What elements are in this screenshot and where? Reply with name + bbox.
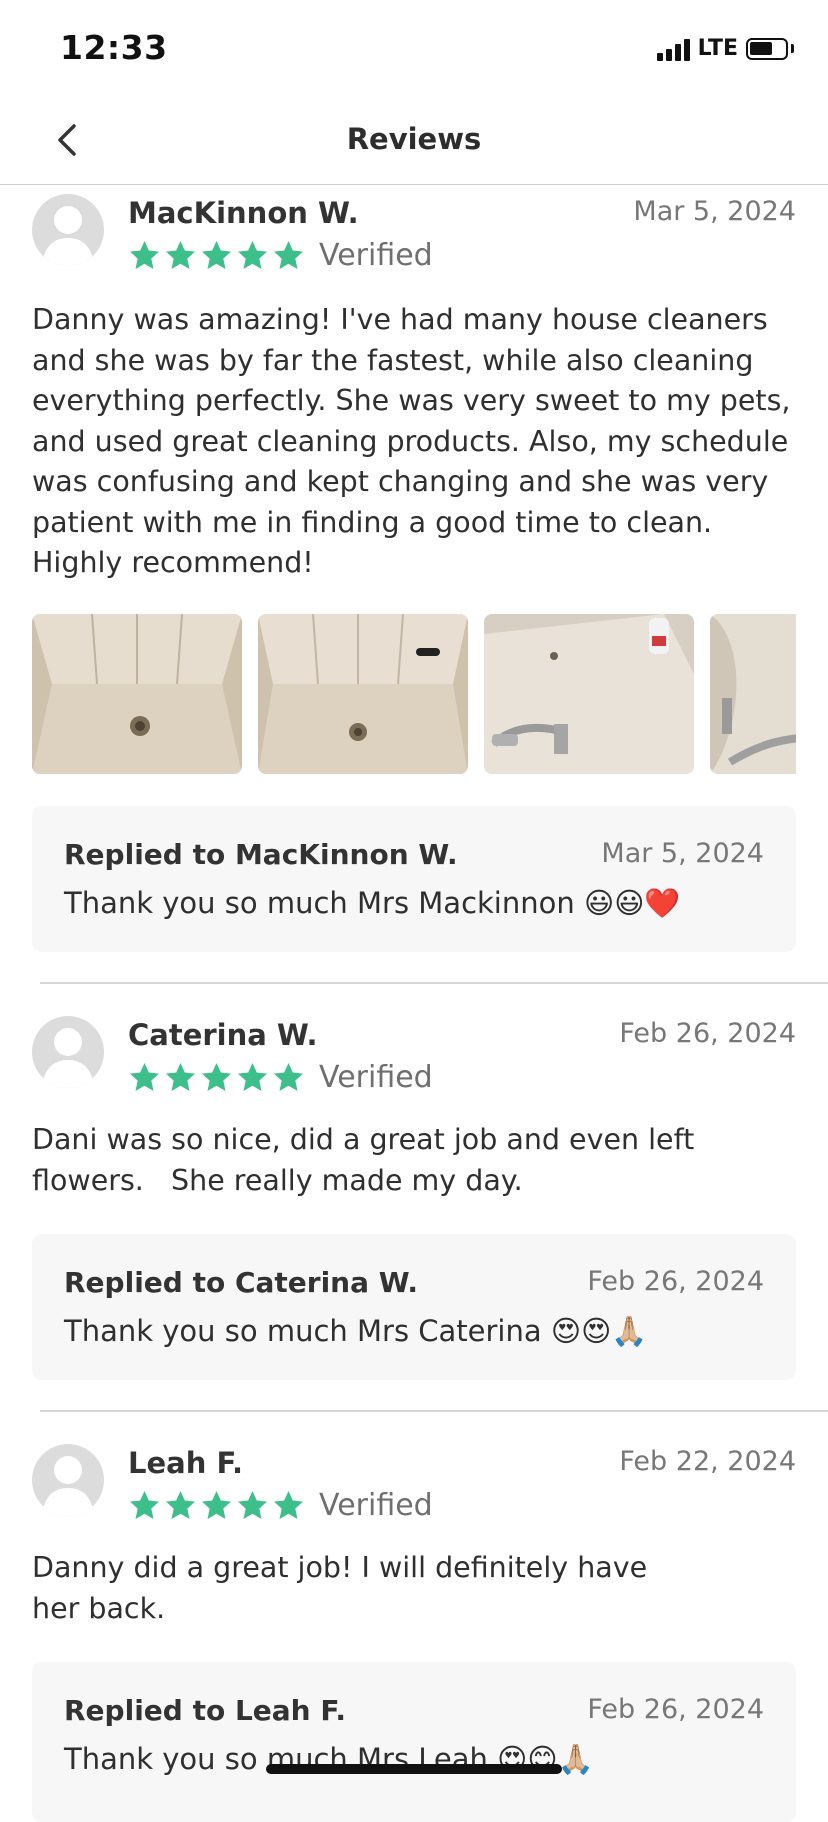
review-text: Danny was amazing! I've had many house c… bbox=[32, 303, 791, 579]
reply-title: Replied to MacKinnon W. bbox=[64, 838, 458, 871]
star-icon bbox=[274, 1063, 303, 1091]
status-indicators: LTE bbox=[656, 36, 794, 61]
star-icon bbox=[130, 1491, 159, 1519]
verified-label: Verified bbox=[319, 1060, 433, 1095]
reviewer-name: Leah F. bbox=[128, 1446, 244, 1480]
reply-date: Feb 26, 2024 bbox=[587, 1266, 764, 1297]
review-date: Feb 22, 2024 bbox=[619, 1446, 796, 1477]
review-photo-3[interactable] bbox=[484, 614, 694, 774]
review-date: Feb 26, 2024 bbox=[619, 1018, 796, 1049]
status-bar: 12:33 LTE bbox=[0, 0, 828, 100]
reviewer-name: MacKinnon W. bbox=[128, 196, 359, 230]
photo-strip[interactable] bbox=[32, 614, 796, 774]
divider bbox=[40, 982, 828, 984]
star-icon bbox=[202, 1491, 231, 1519]
owner-reply: Replied to Leah F. Feb 26, 2024 Thank yo… bbox=[32, 1662, 796, 1822]
reviewer-name: Caterina W. bbox=[128, 1018, 318, 1052]
review-date: Mar 5, 2024 bbox=[633, 196, 796, 227]
star-icon bbox=[238, 1491, 267, 1519]
owner-reply: Replied to Caterina W. Feb 26, 2024 Than… bbox=[32, 1234, 796, 1380]
reply-text: Thank you so much Mrs Mackinnon 😃😃❤️ bbox=[64, 886, 681, 920]
star-icon bbox=[202, 241, 231, 269]
star-icon bbox=[238, 1063, 267, 1091]
reply-date: Mar 5, 2024 bbox=[601, 838, 764, 869]
avatar bbox=[32, 1444, 104, 1516]
network-type-label: LTE bbox=[697, 36, 738, 61]
avatar bbox=[32, 1016, 104, 1088]
owner-reply: Replied to MacKinnon W. Mar 5, 2024 Than… bbox=[32, 806, 796, 952]
star-icon bbox=[166, 241, 195, 269]
avatar bbox=[32, 194, 104, 266]
rating-row: Verified bbox=[128, 1488, 433, 1523]
reply-date: Feb 26, 2024 bbox=[587, 1694, 764, 1725]
star-icon bbox=[238, 241, 267, 269]
star-rating bbox=[128, 239, 305, 272]
home-indicator[interactable] bbox=[266, 1764, 562, 1774]
verified-label: Verified bbox=[319, 238, 433, 273]
battery-icon bbox=[746, 37, 788, 60]
reply-text: Thank you so much Mrs Caterina 😍😍🙏🏼 bbox=[64, 1314, 648, 1348]
status-time: 12:33 bbox=[60, 28, 168, 67]
navigation-bar: Reviews bbox=[0, 100, 828, 185]
review-photo-2[interactable] bbox=[258, 614, 468, 774]
star-rating bbox=[128, 1061, 305, 1094]
divider bbox=[40, 1410, 828, 1412]
star-icon bbox=[130, 1063, 159, 1091]
star-icon bbox=[166, 1063, 195, 1091]
review-photo-1[interactable] bbox=[32, 614, 242, 774]
review-photo-4[interactable] bbox=[710, 614, 796, 774]
review-text: Dani was so nice, did a great job and ev… bbox=[32, 1123, 704, 1197]
star-rating bbox=[128, 1489, 305, 1522]
reply-title: Replied to Leah F. bbox=[64, 1694, 346, 1727]
star-icon bbox=[130, 241, 159, 269]
star-icon bbox=[202, 1063, 231, 1091]
rating-row: Verified bbox=[128, 238, 433, 273]
rating-row: Verified bbox=[128, 1060, 433, 1095]
star-icon bbox=[274, 1491, 303, 1519]
battery-cap bbox=[791, 44, 794, 53]
review-text: Danny did a great job! I will definitely… bbox=[32, 1551, 648, 1625]
star-icon bbox=[274, 241, 303, 269]
star-icon bbox=[166, 1491, 195, 1519]
page-title: Reviews bbox=[346, 122, 482, 156]
verified-label: Verified bbox=[319, 1488, 433, 1523]
reply-title: Replied to Caterina W. bbox=[64, 1266, 418, 1299]
cellular-signal-icon bbox=[656, 37, 690, 61]
